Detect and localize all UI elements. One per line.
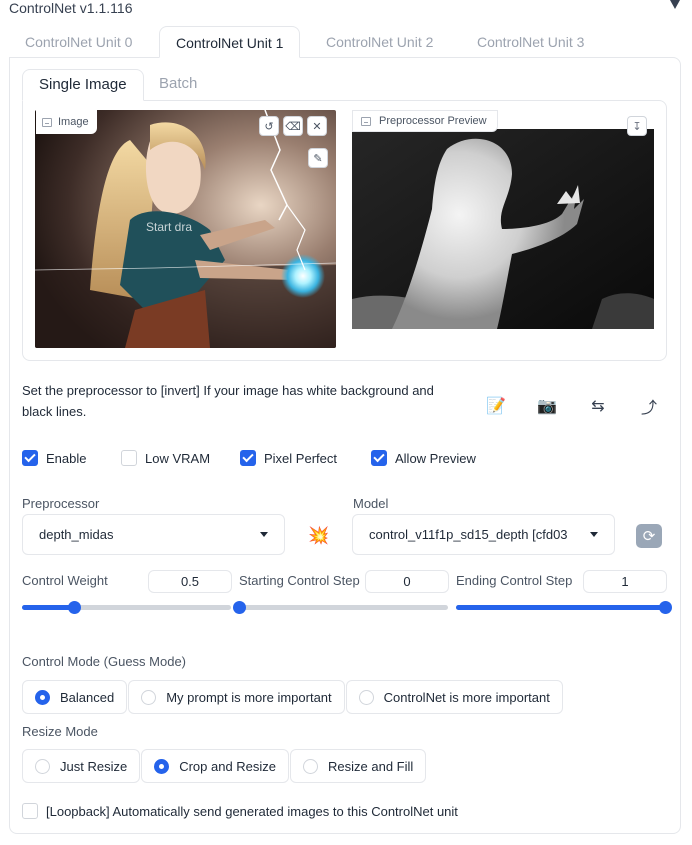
- resize-mode-label: Resize Mode: [22, 724, 98, 739]
- brush-icon[interactable]: ✎: [308, 148, 328, 168]
- slider-track[interactable]: [456, 601, 672, 614]
- enable-label: Enable: [46, 450, 87, 466]
- swap-icon[interactable]: ⇆: [586, 395, 610, 417]
- input-image-canvas[interactable]: Start dra: [35, 110, 336, 348]
- notepad-icon[interactable]: 📝: [484, 395, 508, 417]
- loopback-label: [Loopback] Automatically send generated …: [46, 803, 458, 819]
- slider-fill: [22, 605, 75, 610]
- ending-control-step-label: Ending Control Step: [456, 573, 573, 588]
- starting-control-step-label: Starting Control Step: [239, 573, 360, 588]
- chevron-down-icon: [260, 532, 268, 537]
- radio-just-resize[interactable]: Just Resize: [22, 749, 141, 783]
- radio-balanced[interactable]: Balanced: [22, 680, 128, 714]
- enable-checkbox[interactable]: Enable: [22, 450, 86, 466]
- accordion-header[interactable]: ControlNet v1.1.116: [0, 0, 692, 20]
- radio-crop-and-resize[interactable]: Crop and Resize: [141, 749, 290, 783]
- tab-controlnet-unit-1[interactable]: ControlNet Unit 1: [159, 26, 301, 58]
- eraser-icon[interactable]: ⌫: [283, 116, 303, 136]
- download-icon[interactable]: ↧: [627, 116, 647, 136]
- close-icon[interactable]: ✕: [307, 116, 327, 136]
- tab-single-image[interactable]: Single Image: [22, 69, 144, 101]
- pixel-perfect-checkbox[interactable]: Pixel Perfect: [240, 450, 337, 466]
- radio-controlnet-more-important[interactable]: ControlNet is more important: [345, 680, 563, 714]
- radio-label: Just Resize: [60, 758, 128, 774]
- model-select[interactable]: control_v11f1p_sd15_depth [cfd03: [352, 514, 615, 555]
- model-label: Model: [353, 496, 389, 511]
- image-label-text: Image: [58, 116, 89, 128]
- low-vram-checkbox-box[interactable]: [121, 450, 137, 466]
- collapse-caret-icon[interactable]: [670, 0, 680, 9]
- radio-label: Resize and Fill: [328, 758, 414, 774]
- radio-my-prompt-more-important[interactable]: My prompt is more important: [128, 680, 345, 714]
- control-weight-slider: Control Weight 0.5: [22, 570, 232, 620]
- resize-mode-radio-group: Just Resize Crop and Resize Resize and F…: [22, 749, 427, 783]
- info-text: Set the preprocessor to [invert] If your…: [22, 383, 434, 419]
- preview-label-text: Preprocessor Preview: [379, 115, 487, 127]
- slider-fill: [456, 605, 665, 610]
- explosion-icon[interactable]: 💥: [305, 522, 333, 550]
- control-weight-label: Control Weight: [22, 573, 108, 588]
- slider-track[interactable]: [233, 601, 448, 614]
- chevron-down-icon: [590, 532, 598, 537]
- enable-checkbox-box[interactable]: [22, 450, 38, 466]
- unit-tab-bar: ControlNet Unit 0 ControlNet Unit 1 Cont…: [9, 26, 681, 58]
- tab-controlnet-unit-2[interactable]: ControlNet Unit 2: [310, 26, 449, 58]
- upload-arrow-icon[interactable]: ⤴: [637, 395, 661, 417]
- model-value: control_v11f1p_sd15_depth [cfd03: [369, 527, 568, 542]
- starting-control-step-slider: Starting Control Step 0: [233, 570, 449, 620]
- radio-label: Balanced: [60, 689, 115, 705]
- radio-button[interactable]: [35, 758, 50, 774]
- canvas-hint-text: Start dra: [146, 220, 193, 234]
- radio-button[interactable]: [358, 689, 374, 705]
- preprocessor-value: depth_midas: [39, 527, 114, 542]
- starting-control-step-input[interactable]: 0: [365, 570, 449, 593]
- image-label: Image: [36, 110, 97, 134]
- image-icon: [42, 117, 52, 127]
- preprocessor-preview-image: [352, 129, 654, 329]
- camera-icon[interactable]: 📷: [535, 395, 559, 417]
- slider-thumb[interactable]: [233, 601, 246, 614]
- slider-track[interactable]: [22, 601, 231, 614]
- pixel-perfect-label: Pixel Perfect: [264, 450, 337, 466]
- pixel-perfect-checkbox-box[interactable]: [240, 450, 256, 466]
- radio-button[interactable]: [303, 758, 319, 774]
- tab-controlnet-unit-0[interactable]: ControlNet Unit 0: [9, 26, 148, 58]
- radio-label: Crop and Resize: [179, 758, 277, 774]
- refresh-icon[interactable]: ⟳: [636, 524, 662, 548]
- slider-thumb[interactable]: [659, 601, 672, 614]
- radio-resize-and-fill[interactable]: Resize and Fill: [290, 749, 427, 783]
- image-toolbar: ↺ ⌫ ✕: [259, 116, 327, 136]
- accordion-title: ControlNet v1.1.116: [9, 0, 133, 16]
- radio-button[interactable]: [35, 689, 50, 705]
- loopback-checkbox-box[interactable]: [22, 803, 38, 819]
- radio-button[interactable]: [154, 758, 170, 774]
- ending-control-step-slider: Ending Control Step 1: [456, 570, 672, 620]
- preprocessor-select[interactable]: depth_midas: [22, 514, 285, 555]
- undo-icon[interactable]: ↺: [259, 116, 279, 136]
- control-mode-radio-group: Balanced My prompt is more important Con…: [22, 680, 564, 714]
- image-icon: [361, 116, 371, 126]
- allow-preview-checkbox-box[interactable]: [371, 450, 387, 466]
- preview-label: Preprocessor Preview: [352, 110, 498, 132]
- depth-map-art: [352, 129, 654, 329]
- radio-button[interactable]: [141, 689, 157, 705]
- tab-controlnet-unit-3[interactable]: ControlNet Unit 3: [461, 26, 600, 58]
- tab-batch[interactable]: Batch: [143, 69, 213, 101]
- radio-label: ControlNet is more important: [383, 689, 550, 705]
- low-vram-checkbox[interactable]: Low VRAM: [121, 450, 210, 466]
- low-vram-label: Low VRAM: [145, 450, 211, 466]
- control-mode-label: Control Mode (Guess Mode): [22, 654, 187, 669]
- loopback-checkbox[interactable]: [Loopback] Automatically send generated …: [22, 803, 458, 819]
- image-mode-tab-bar: Single Image Batch: [22, 69, 668, 101]
- preprocessor-label: Preprocessor: [22, 496, 100, 511]
- allow-preview-label: Allow Preview: [395, 450, 476, 466]
- slider-thumb[interactable]: [68, 601, 82, 614]
- ending-control-step-input[interactable]: 1: [583, 570, 667, 593]
- radio-label: My prompt is more important: [166, 689, 332, 705]
- allow-preview-checkbox[interactable]: Allow Preview: [371, 450, 476, 466]
- control-weight-input[interactable]: 0.5: [148, 570, 232, 593]
